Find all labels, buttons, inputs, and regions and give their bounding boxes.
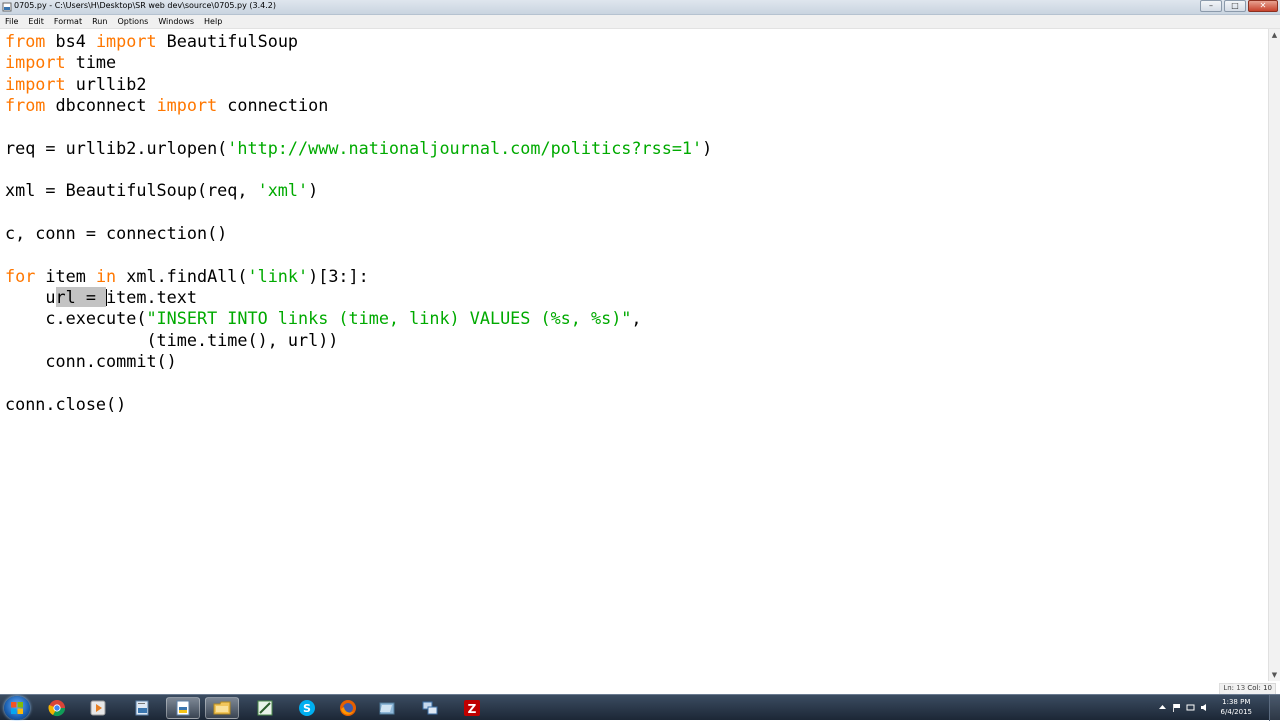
code-keyword: import: [5, 73, 66, 94]
code-token: conn.commit(): [5, 351, 177, 372]
code-token: c.execute(: [5, 308, 147, 329]
code-line[interactable]: [5, 159, 712, 180]
code-token: ): [308, 180, 319, 201]
file-explorer-icon[interactable]: [205, 697, 239, 719]
code-line[interactable]: (time.time(), url)): [5, 330, 712, 351]
selected-text: rl =: [55, 287, 107, 308]
svg-text:S: S: [303, 702, 311, 715]
code-keyword: import: [5, 52, 66, 73]
code-string: 'http://www.nationaljournal.com/politics…: [227, 137, 703, 158]
code-token: c, conn = connection(): [5, 223, 228, 244]
code-token: connection: [217, 95, 329, 116]
code-editor[interactable]: from bs4 import BeautifulSoup import time…: [0, 29, 1268, 695]
menu-windows[interactable]: Windows: [153, 17, 199, 26]
code-token: dbconnect: [45, 95, 157, 116]
maximize-button[interactable]: □: [1224, 0, 1246, 12]
code-line[interactable]: conn.close(): [5, 394, 712, 415]
folder-icon[interactable]: [370, 697, 404, 719]
clock-date: 6/4/2015: [1220, 708, 1252, 716]
code-line[interactable]: [5, 116, 712, 137]
code-token: urllib2: [65, 73, 147, 94]
code-token: xml = BeautifulSoup(req,: [5, 180, 258, 201]
code-line[interactable]: [5, 202, 712, 223]
editor-icon[interactable]: [248, 697, 282, 719]
code-string: 'xml': [257, 180, 309, 201]
code-token: bs4: [45, 31, 96, 51]
code-token: BeautifulSoup: [156, 31, 299, 51]
network-tool-icon[interactable]: [413, 697, 447, 719]
windows-logo-icon: [11, 702, 23, 714]
menu-edit[interactable]: Edit: [23, 17, 49, 26]
system-clock[interactable]: 1:38 PM 6/4/2015: [1221, 697, 1252, 717]
code-token: ): [702, 137, 713, 158]
clock-time: 1:38 PM: [1222, 698, 1251, 706]
code-text[interactable]: from bs4 import BeautifulSoup import time…: [5, 31, 712, 415]
volume-icon[interactable]: [1200, 703, 1209, 712]
minimize-button[interactable]: –: [1200, 0, 1222, 12]
code-keyword: in: [95, 265, 117, 286]
menu-options[interactable]: Options: [112, 17, 153, 26]
window-title-bar[interactable]: 0705.py - C:\Users\H\Desktop\SR web dev\…: [0, 0, 1280, 15]
start-button[interactable]: [4, 696, 30, 720]
system-tray: 1:38 PM 6/4/2015: [1150, 695, 1280, 721]
code-line[interactable]: [5, 373, 712, 394]
code-keyword: for: [5, 265, 36, 286]
code-line[interactable]: c.execute("INSERT INTO links (time, link…: [5, 308, 712, 329]
menu-run[interactable]: Run: [87, 17, 112, 26]
code-token: item: [35, 265, 96, 286]
code-token: )[3:]:: [308, 265, 369, 286]
code-line[interactable]: req = urllib2.urlopen('http://www.nation…: [5, 138, 712, 159]
svg-text:Z: Z: [468, 702, 477, 716]
notepad-icon[interactable]: [125, 697, 159, 719]
python-idle-icon[interactable]: [166, 697, 200, 719]
code-line[interactable]: conn.commit(): [5, 351, 712, 372]
code-line[interactable]: from bs4 import BeautifulSoup: [5, 31, 712, 52]
menu-file[interactable]: File: [0, 17, 23, 26]
window-title: 0705.py - C:\Users\H\Desktop\SR web dev\…: [14, 1, 276, 10]
menu-format[interactable]: Format: [49, 17, 87, 26]
close-button[interactable]: ✕: [1248, 0, 1278, 12]
code-line[interactable]: import urllib2: [5, 74, 712, 95]
menu-help[interactable]: Help: [199, 17, 227, 26]
code-line[interactable]: xml = BeautifulSoup(req, 'xml'): [5, 180, 712, 201]
code-token: item.text: [106, 287, 197, 308]
code-line[interactable]: c, conn = connection(): [5, 223, 712, 244]
code-token: req = urllib2.urlopen(: [5, 137, 228, 158]
chrome-icon[interactable]: [40, 697, 74, 719]
code-token: conn.close(): [5, 393, 127, 414]
python-file-icon: [2, 2, 12, 12]
code-keyword: import: [95, 31, 157, 51]
windows-taskbar: S Z 1:38 PM 6/4/2015: [0, 694, 1280, 721]
code-line[interactable]: [5, 244, 712, 265]
vertical-scrollbar[interactable]: ▲ ▼: [1268, 29, 1280, 681]
media-player-icon[interactable]: [81, 697, 115, 719]
scroll-up-icon[interactable]: ▲: [1269, 29, 1280, 41]
code-token: ,: [631, 308, 642, 329]
network-icon[interactable]: [1186, 703, 1195, 712]
skype-icon[interactable]: S: [290, 697, 324, 719]
code-token: xml.findAll(: [116, 265, 248, 286]
show-hidden-icons-icon[interactable]: [1158, 703, 1167, 712]
code-keyword: import: [156, 95, 218, 116]
show-desktop-button[interactable]: [1269, 695, 1280, 721]
filezilla-icon[interactable]: Z: [455, 697, 489, 719]
code-keyword: from: [5, 31, 46, 51]
code-line[interactable]: from dbconnect import connection: [5, 95, 712, 116]
code-line[interactable]: import time: [5, 52, 712, 73]
firefox-icon[interactable]: [331, 697, 365, 719]
code-string: "INSERT INTO links (time, link) VALUES (…: [146, 308, 632, 329]
scroll-down-icon[interactable]: ▼: [1269, 669, 1280, 681]
menu-bar: File Edit Format Run Options Windows Hel…: [0, 15, 1280, 29]
code-line[interactable]: url = item.text: [5, 287, 712, 308]
code-token: u: [5, 287, 56, 308]
flag-icon[interactable]: [1172, 703, 1181, 712]
code-token: (time.time(), url)): [5, 329, 339, 350]
code-token: time: [65, 52, 117, 73]
code-keyword: from: [5, 95, 46, 116]
code-line[interactable]: for item in xml.findAll('link')[3:]:: [5, 266, 712, 287]
code-string: 'link': [247, 265, 309, 286]
